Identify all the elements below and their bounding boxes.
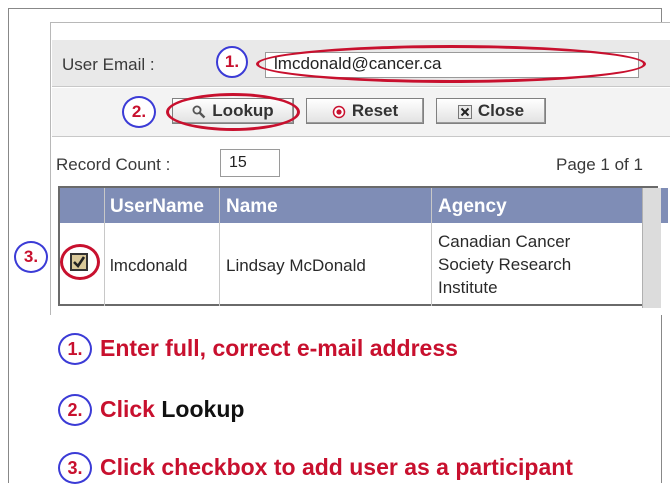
email-highlight-oval [256,45,646,83]
close-label: Close [477,101,525,120]
reset-button[interactable]: Reset [306,98,424,124]
instruction-number-2: 2. [58,394,92,426]
email-label: User Email : [62,55,155,74]
instruction-3: Click checkbox to add user as a particip… [100,454,573,480]
record-count-input[interactable]: 15 [220,149,280,177]
x-close-icon [457,104,472,119]
callout-1: 1. [216,46,248,78]
instruction-2-text: Click [100,396,155,422]
checkbox-highlight-oval [60,244,100,280]
agency-line: Institute [438,278,498,297]
page-info: Page 1 of 1 [556,155,643,174]
header-name[interactable]: Name [226,196,278,218]
agency-line: Society Research [438,255,572,274]
cell-username: lmcdonald [110,256,188,275]
instruction-number-3: 3. [58,452,92,484]
lookup-highlight-oval [166,93,300,131]
callout-3: 3. [14,241,48,273]
instruction-2-emphasis: Lookup [161,396,245,422]
header-agency[interactable]: Agency [438,196,507,218]
reset-label: Reset [351,101,399,120]
instruction-2: Click Lookup [100,396,244,423]
grid-scrollbar[interactable] [642,188,661,308]
header-username[interactable]: UserName [110,196,204,218]
radio-dot-icon [332,104,346,119]
cell-name: Lindsay McDonald [226,256,366,275]
callout-2: 2. [122,96,156,128]
agency-line: Canadian Cancer [438,232,571,251]
instruction-number-1: 1. [58,333,92,365]
cell-agency: Canadian Cancer Society Research Institu… [438,230,571,299]
close-button[interactable]: Close [436,98,546,124]
record-count-label: Record Count : [56,155,171,174]
instruction-1: Enter full, correct e-mail address [100,335,458,361]
